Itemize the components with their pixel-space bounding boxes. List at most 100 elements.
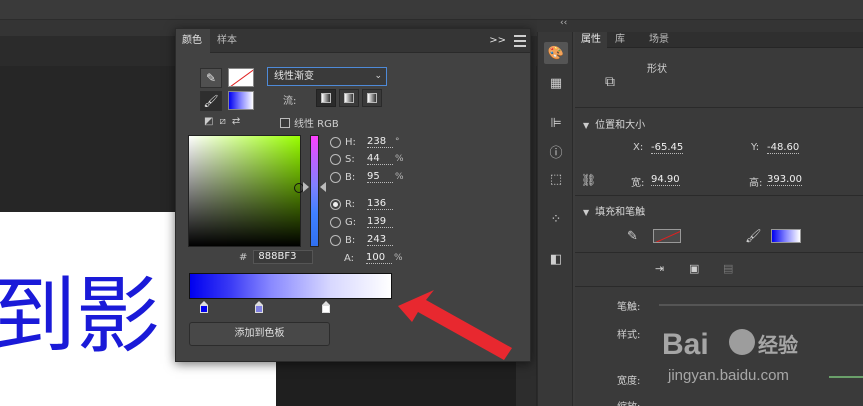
properties-fill-swatch[interactable] [771, 229, 801, 243]
shape-icon: ⧉ [605, 74, 615, 90]
right-dock-header [537, 20, 863, 32]
hue-slider-handle-left[interactable] [303, 182, 309, 192]
flow-extend-button[interactable] [316, 89, 336, 107]
no-color-icon[interactable]: ⧄ [219, 116, 225, 127]
value-row-r: R: 136 [330, 196, 393, 212]
svg-text:Bai: Bai [662, 328, 709, 361]
stroke-color-swatch[interactable] [228, 68, 254, 87]
width-profile-label: 宽度: [617, 376, 641, 387]
gradient-stop-2[interactable] [255, 301, 263, 313]
alpha-row: A: 100 % [344, 250, 403, 266]
shape-type-label: 形状 [647, 64, 667, 75]
height-input[interactable]: 393.00 [767, 174, 802, 186]
linear-rgb-option[interactable]: 线性 RGB [280, 115, 339, 130]
tab-library[interactable]: 库 [609, 32, 631, 48]
hue-slider-handle-right[interactable] [320, 182, 326, 192]
tab-color[interactable]: 颜色 [176, 29, 210, 53]
value-row-b: B: 95 % [330, 169, 404, 185]
radio-s[interactable] [330, 153, 341, 165]
width-profile-preview[interactable] [829, 376, 863, 378]
gradient-preview-bar[interactable] [189, 273, 392, 299]
align-icon[interactable]: ⊫ [544, 112, 568, 134]
value-row-h: H: 238 ° [330, 134, 400, 150]
hex-prefix: # [239, 251, 248, 263]
fill-bucket-icon: 🖌 [745, 229, 762, 244]
stroke-color-tool-icon[interactable]: ✎ [200, 68, 222, 88]
y-label: Y: [751, 142, 760, 153]
unit-b: % [395, 172, 404, 182]
hue-slider[interactable] [310, 135, 319, 247]
tab-scene[interactable]: 场景 [643, 32, 675, 48]
label-b: B: [345, 171, 356, 183]
label-alpha: A: [344, 252, 355, 264]
stroke-size-slider[interactable] [659, 304, 863, 306]
input-b[interactable]: 95 [367, 171, 393, 183]
radio-blue[interactable] [330, 234, 341, 246]
properties-stroke-swatch[interactable] [653, 229, 681, 243]
collapse-dock-icon[interactable]: ‹‹ [560, 18, 567, 28]
input-h[interactable]: 238 [367, 136, 393, 148]
break-apart-icon[interactable]: ⇥ [655, 262, 664, 275]
color-panel-tabs: 颜色 样本 >> [176, 29, 530, 53]
fill-color-tool-icon[interactable]: 🖌 [200, 91, 222, 111]
separator [575, 195, 863, 196]
gradient-stop-3[interactable] [322, 301, 330, 313]
lock-proportion-icon[interactable]: ⛓ [581, 173, 596, 187]
tab-swatches[interactable]: 样本 [211, 29, 245, 53]
section-fill-stroke[interactable]: 填充和笔触 [583, 203, 645, 218]
hex-input[interactable]: 888BF3 [253, 250, 314, 264]
section-position-size[interactable]: 位置和大小 [583, 116, 645, 131]
height-label: 高: [749, 178, 763, 189]
label-s: S: [345, 153, 355, 165]
input-g[interactable]: 139 [367, 216, 393, 228]
panel-menu-icon[interactable] [514, 35, 526, 47]
label-h: H: [345, 136, 356, 148]
width-input[interactable]: 94.90 [651, 174, 680, 186]
input-r[interactable]: 136 [367, 198, 393, 210]
hex-row: # 888BF3 [239, 250, 314, 264]
stage-text-shape[interactable]: 到影 [0, 266, 160, 366]
saturation-brightness-picker[interactable] [188, 135, 304, 247]
panel-icon-toolbar: 🎨 ▦ ⊫ ⓘ ⬚ ⁘ ◧ [537, 32, 573, 406]
color-type-value: 线性渐变 [274, 71, 314, 82]
transform-icon[interactable]: ⬚ [544, 168, 568, 190]
input-s[interactable]: 44 [367, 153, 393, 165]
motion-presets-icon[interactable]: ⁘ [544, 208, 568, 230]
collapse-panel-button[interactable]: >> [489, 29, 506, 53]
tab-properties[interactable]: 属性 [575, 32, 607, 48]
linear-rgb-checkbox[interactable] [280, 117, 290, 128]
label-blue: B: [345, 234, 356, 246]
fill-color-swatch[interactable] [228, 91, 254, 110]
radio-b[interactable] [330, 171, 341, 183]
flow-label: 流: [283, 96, 297, 107]
swap-colors-icon[interactable]: ⇄ [232, 116, 240, 127]
separator [575, 286, 863, 287]
input-alpha[interactable]: 100 [366, 252, 392, 264]
input-blue[interactable]: 243 [367, 234, 393, 246]
gradient-stop-1[interactable] [200, 301, 208, 313]
x-input[interactable]: -65.45 [651, 142, 684, 154]
radio-g[interactable] [330, 216, 341, 228]
stroke-size-label: 笔触: [617, 302, 641, 313]
stroke-pencil-icon: ✎ [627, 229, 638, 244]
flow-repeat-button[interactable] [362, 89, 382, 107]
flow-reflect-button[interactable] [339, 89, 359, 107]
swap-colors-icons: ◩ ⧄ ⇄ [204, 116, 240, 127]
black-white-icon[interactable]: ◩ [204, 116, 213, 127]
info-icon[interactable]: ⓘ [544, 140, 568, 162]
linear-rgb-label: 线性 RGB [294, 119, 339, 130]
palette-icon[interactable]: 🎨 [544, 42, 568, 64]
radio-h[interactable] [330, 136, 341, 148]
separator [575, 252, 863, 253]
baidu-jingyan-watermark: Bai 经验 jingyan.baidu.com [662, 328, 798, 384]
library-icon[interactable]: ◧ [544, 248, 568, 270]
y-input[interactable]: -48.60 [767, 142, 800, 154]
radio-r[interactable] [330, 198, 341, 210]
group-icon[interactable]: ▣ [689, 262, 699, 275]
scale-label: 缩放: [617, 398, 640, 406]
ungroup-icon[interactable]: ▤ [723, 262, 733, 275]
add-to-swatches-button[interactable]: 添加到色板 [189, 322, 330, 346]
style-label: 样式: [617, 330, 641, 341]
swatches-icon[interactable]: ▦ [544, 72, 568, 94]
color-type-select[interactable]: 线性渐变 ⌄ [267, 67, 387, 86]
